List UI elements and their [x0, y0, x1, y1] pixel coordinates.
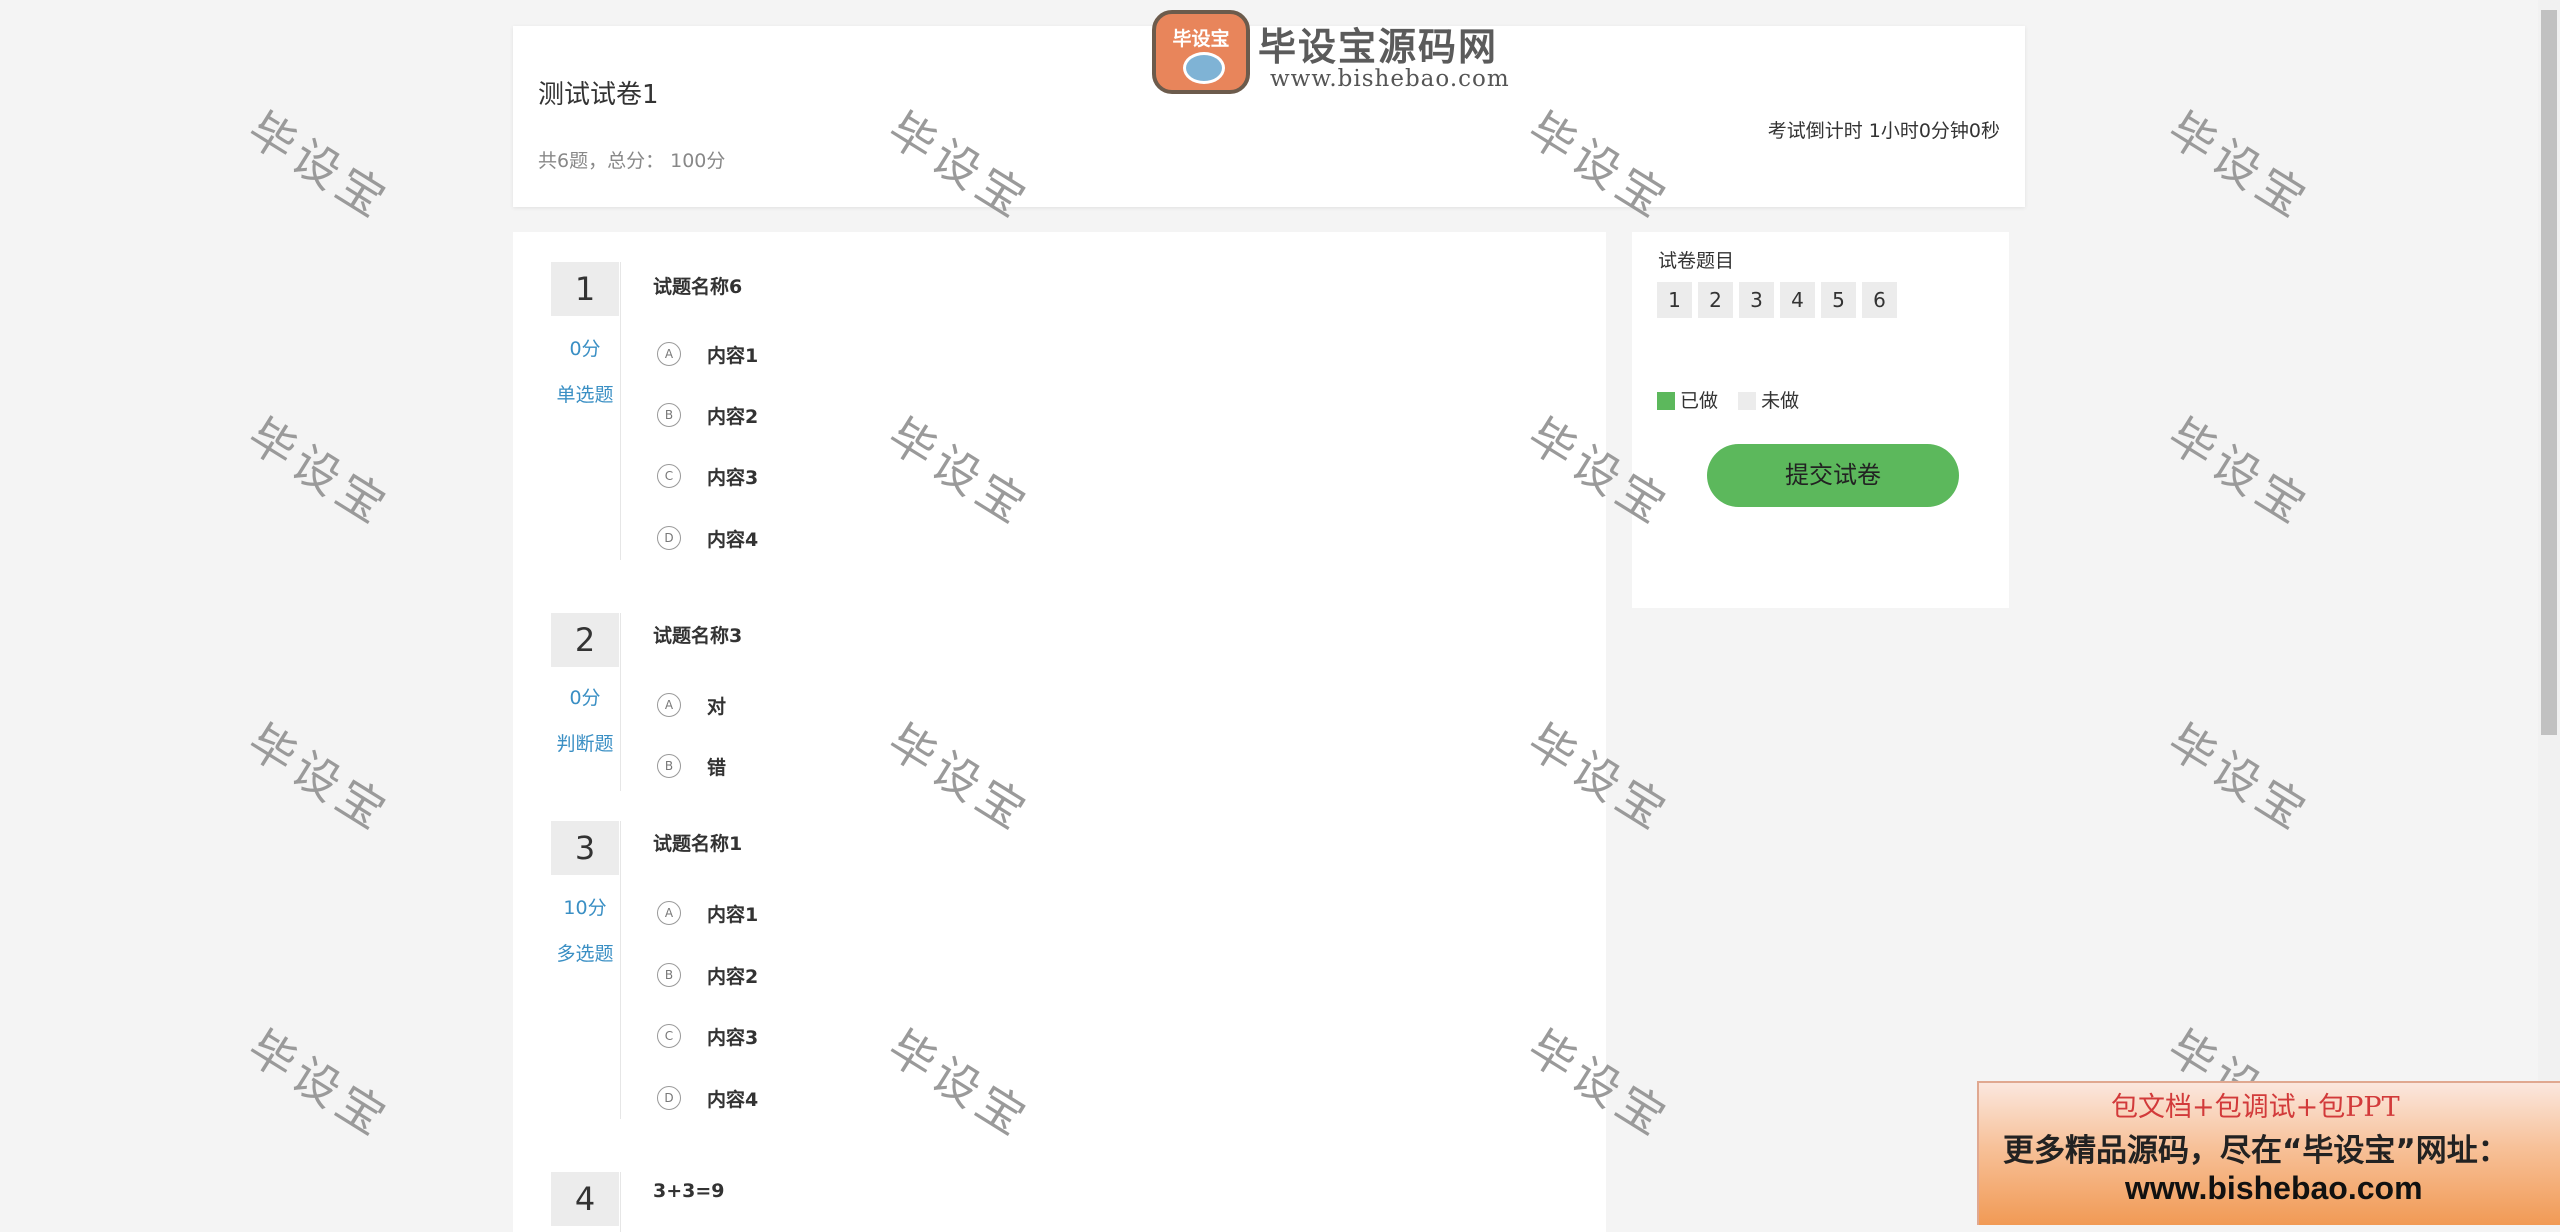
question-title: 试题名称1 — [653, 833, 743, 855]
nav-question-3[interactable]: 3 — [1739, 282, 1774, 318]
exam-meta: 共6题，总分： 100分 — [538, 150, 726, 172]
page-scrollbar[interactable] — [2538, 0, 2560, 1223]
option-text: 内容4 — [707, 1089, 759, 1111]
nav-question-5[interactable]: 5 — [1821, 282, 1856, 318]
question-type: 多选题 — [556, 943, 614, 965]
ad-banner[interactable]: 包文档+包调试+包PPT 更多精品源码，尽在“毕设宝”网址： www.bishe… — [1977, 1081, 2560, 1225]
option-radio-icon[interactable]: D — [657, 526, 681, 550]
option-radio-icon[interactable]: B — [657, 754, 681, 778]
question-number: 2 — [551, 613, 619, 667]
nav-question-6[interactable]: 6 — [1862, 282, 1897, 318]
logo-badge-icon: 毕设宝 — [1152, 10, 1250, 94]
option-checkbox-icon[interactable]: D — [657, 1086, 681, 1110]
question-divider — [620, 821, 621, 1119]
logo-url: www.bishebao.com — [1270, 66, 1510, 92]
option-checkbox-icon[interactable]: B — [657, 963, 681, 987]
watermark: 毕设宝 — [238, 1019, 400, 1149]
nav-question-1[interactable]: 1 — [1657, 282, 1692, 318]
option-radio-icon[interactable]: A — [657, 693, 681, 717]
question-title: 3+3=9 — [653, 1180, 725, 1202]
question-divider — [620, 262, 621, 560]
watermark: 毕设宝 — [238, 407, 400, 537]
option-text: 内容1 — [707, 904, 759, 926]
legend-todo-label: 未做 — [1761, 390, 1800, 412]
questions-panel: 1 0分 单选题 试题名称6 A 内容1 B 内容2 C 内容3 D 内容4 2… — [513, 232, 1606, 1232]
nav-question-4[interactable]: 4 — [1780, 282, 1815, 318]
question-divider — [620, 1172, 621, 1232]
option-checkbox-icon[interactable]: A — [657, 901, 681, 925]
scrollbar-thumb[interactable] — [2541, 10, 2557, 735]
question-divider — [620, 613, 621, 791]
question-type: 单选题 — [556, 384, 614, 406]
option-text: 对 — [707, 696, 727, 718]
done-swatch-icon — [1657, 392, 1675, 410]
option-text: 内容3 — [707, 467, 759, 489]
nav-question-2[interactable]: 2 — [1698, 282, 1733, 318]
status-legend: 已做 未做 — [1657, 386, 1799, 413]
watermark: 毕设宝 — [238, 101, 400, 231]
watermark: 毕设宝 — [238, 713, 400, 843]
option-text: 内容2 — [707, 406, 759, 428]
question-number: 4 — [551, 1172, 619, 1226]
submit-exam-button[interactable]: 提交试卷 — [1707, 444, 1959, 507]
watermark: 毕设宝 — [2158, 407, 2320, 537]
todo-swatch-icon — [1738, 392, 1757, 410]
logo-name: 毕设宝源码网 — [1258, 25, 1499, 69]
exam-title: 测试试卷1 — [538, 80, 659, 110]
option-text: 内容1 — [707, 345, 759, 367]
option-text: 内容3 — [707, 1027, 759, 1049]
option-radio-icon[interactable]: A — [657, 342, 681, 366]
legend-done-label: 已做 — [1680, 390, 1719, 412]
option-text: 内容2 — [707, 966, 759, 988]
question-title: 试题名称3 — [653, 625, 743, 647]
option-radio-icon[interactable]: C — [657, 464, 681, 488]
option-checkbox-icon[interactable]: C — [657, 1024, 681, 1048]
question-type: 判断题 — [556, 733, 614, 755]
ad-headline: 更多精品源码，尽在“毕设宝”网址： — [2003, 1133, 2509, 1169]
navigator-title: 试卷题目 — [1658, 250, 1735, 272]
logo-badge-text: 毕设宝 — [1172, 28, 1230, 50]
exam-countdown: 考试倒计时 1小时0分钟0秒 — [1767, 120, 2000, 142]
ad-url[interactable]: www.bishebao.com — [2125, 1170, 2423, 1207]
question-navigator: 试卷题目 1 2 3 4 5 6 已做 未做 提交试卷 — [1632, 232, 2009, 608]
logo-face-icon — [1183, 52, 1225, 84]
question-score: 10分 — [563, 897, 607, 919]
question-score: 0分 — [569, 338, 601, 360]
watermark: 毕设宝 — [2158, 101, 2320, 231]
watermark: 毕设宝 — [2158, 713, 2320, 843]
question-number: 3 — [551, 821, 619, 875]
option-text: 内容4 — [707, 529, 759, 551]
option-text: 错 — [707, 757, 727, 779]
option-radio-icon[interactable]: B — [657, 403, 681, 427]
question-score: 0分 — [569, 687, 601, 709]
ad-tagline: 包文档+包调试+包PPT — [2111, 1092, 2400, 1123]
site-logo: 毕设宝 毕设宝源码网 www.bishebao.com — [1150, 6, 1530, 98]
question-number: 1 — [551, 262, 619, 316]
question-title: 试题名称6 — [653, 276, 743, 298]
